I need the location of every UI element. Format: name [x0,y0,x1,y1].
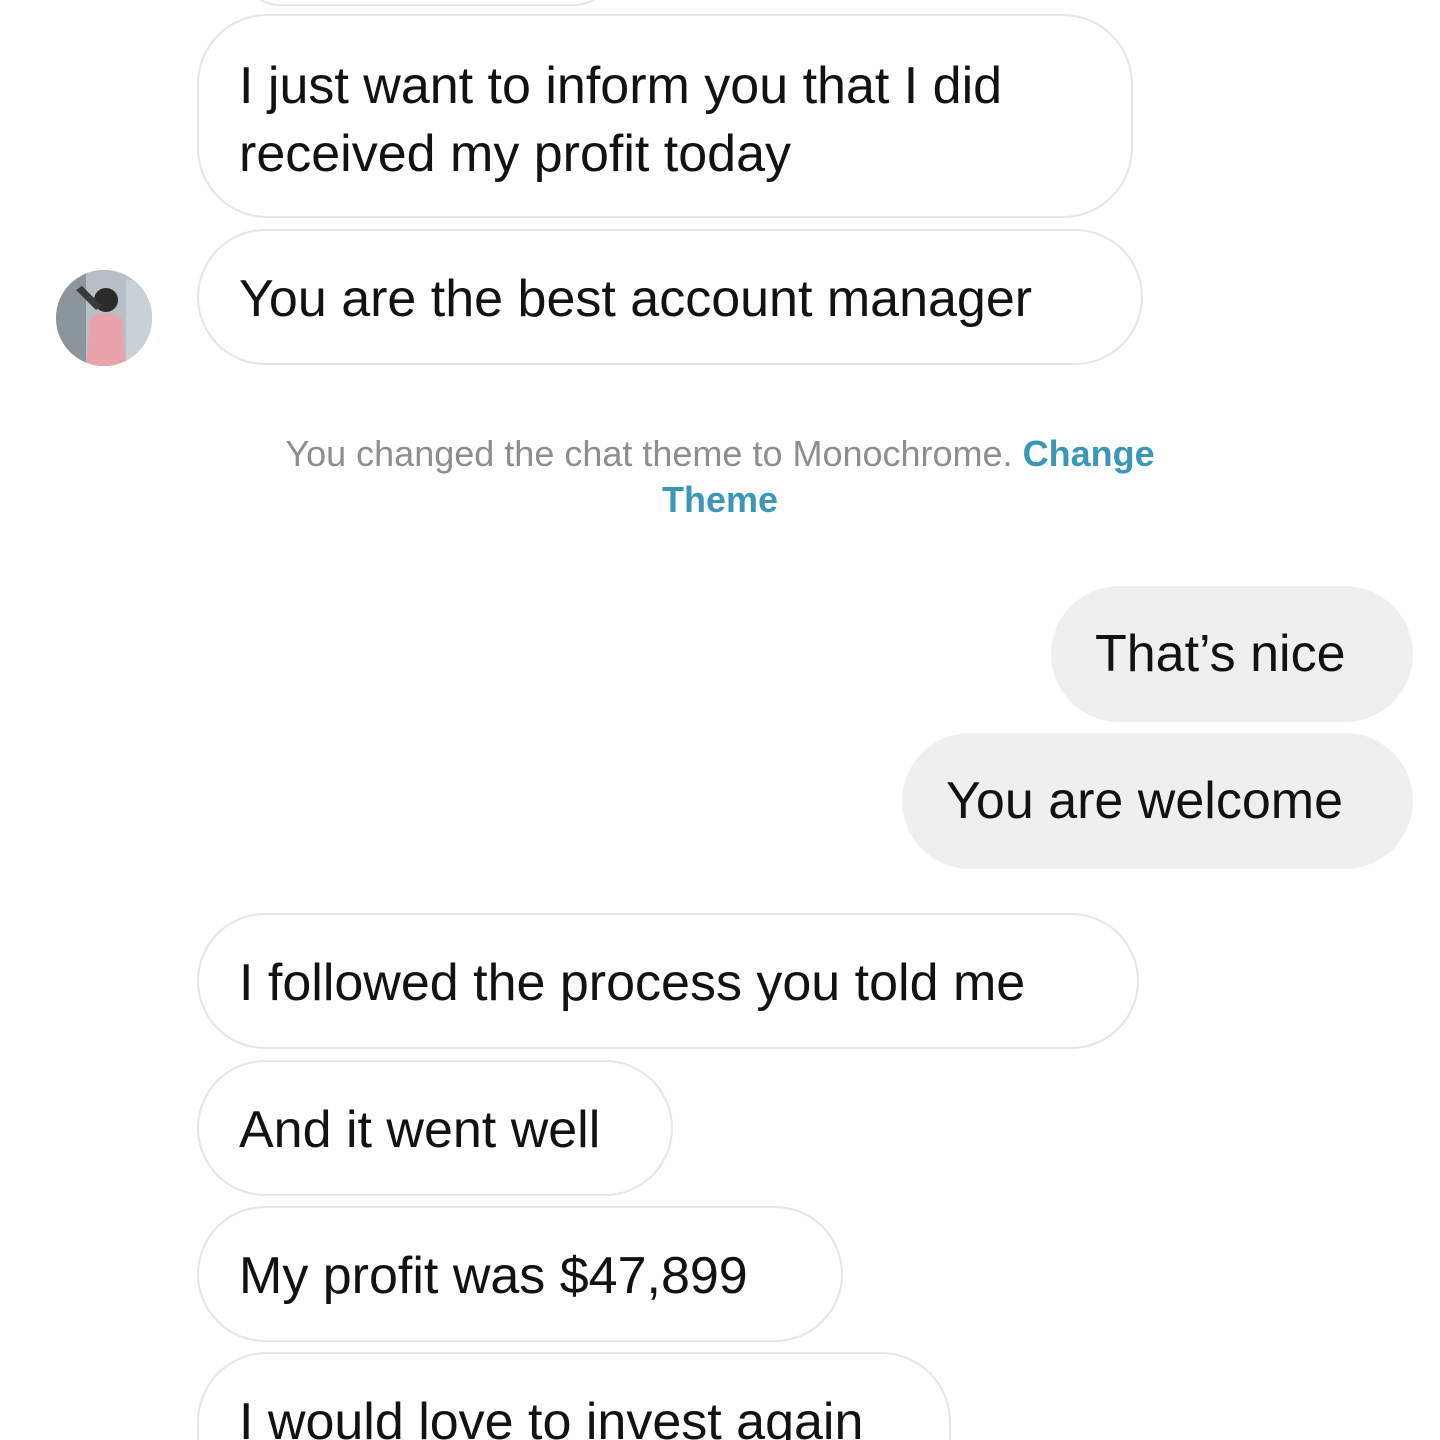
outgoing-message-2-text: You are welcome [946,772,1343,830]
outgoing-message-1-text: That’s nice [1095,625,1346,683]
incoming-message-3[interactable]: I followed the process you told me [197,913,1139,1049]
incoming-message-5[interactable]: My profit was $47,899 [197,1206,843,1342]
incoming-message-1[interactable]: I just want to inform you that I did rec… [197,14,1133,218]
incoming-message-4-text: And it went well [239,1101,601,1159]
outgoing-message-2[interactable]: You are welcome [902,733,1413,869]
incoming-message-1-line-2: received my profit today [239,125,792,183]
profile-photo-icon [56,270,152,366]
incoming-message-2[interactable]: You are the best account manager [197,229,1143,365]
incoming-message-2-text: You are the best account manager [239,270,1033,328]
previous-message-bubble-edge [240,0,614,6]
system-notice-text: You changed the chat theme to Monochrome… [285,433,1013,474]
system-notice-line-1: You changed the chat theme to Monochrome… [0,432,1440,476]
change-theme-link-part-2[interactable]: Theme [662,479,778,520]
change-theme-link-part-1[interactable]: Change [1023,433,1155,474]
system-notice-line-2: Theme [0,478,1440,522]
incoming-message-4[interactable]: And it went well [197,1060,673,1196]
outgoing-message-1[interactable]: That’s nice [1051,586,1413,722]
incoming-message-6-text: I would love to invest again [239,1393,864,1440]
incoming-message-3-text: I followed the process you told me [239,954,1026,1012]
sender-avatar[interactable] [56,270,152,366]
incoming-message-1-line-1: I just want to inform you that I did [239,57,1003,115]
incoming-message-5-text: My profit was $47,899 [239,1247,748,1305]
incoming-message-6[interactable]: I would love to invest again [197,1352,951,1440]
